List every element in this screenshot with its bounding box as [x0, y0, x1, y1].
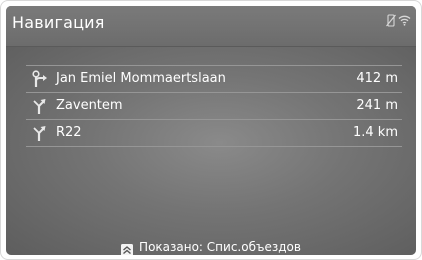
route-item[interactable]: R22 1.4 km [26, 120, 402, 147]
phone-disconnected-icon [386, 13, 396, 27]
route-distance: 241 m [356, 98, 398, 113]
status-icons [386, 13, 411, 27]
route-distance: 412 m [356, 71, 398, 86]
route-street-name: Zaventem [56, 98, 123, 113]
footer-status-text: Показано: Спис.объездов [139, 240, 301, 254]
fork-turn-icon [31, 97, 49, 115]
route-list: Jan Emiel Mommaertslaan 412 m Zaventem 2… [26, 65, 402, 147]
route-item[interactable]: Jan Emiel Mommaertslaan 412 m [26, 65, 402, 93]
route-item[interactable]: Zaventem 241 m [26, 93, 402, 120]
route-distance: 1.4 km [353, 125, 398, 140]
fork-turn-icon [31, 124, 49, 142]
header-bar: Навигация [6, 6, 416, 47]
display-frame: Навигация Jan Emiel Mommaertslaan 412 m … [0, 0, 422, 260]
page-title: Навигация [12, 13, 105, 32]
depart-turn-icon [31, 70, 49, 88]
route-street-name: Jan Emiel Mommaertslaan [56, 71, 226, 86]
route-street-name: R22 [56, 125, 82, 140]
footer-bar: Показано: Спис.объездов [6, 238, 416, 255]
double-chevron-up-icon[interactable] [121, 241, 134, 255]
navigation-screen: Навигация Jan Emiel Mommaertslaan 412 m … [6, 6, 416, 255]
wifi-icon [398, 14, 411, 26]
